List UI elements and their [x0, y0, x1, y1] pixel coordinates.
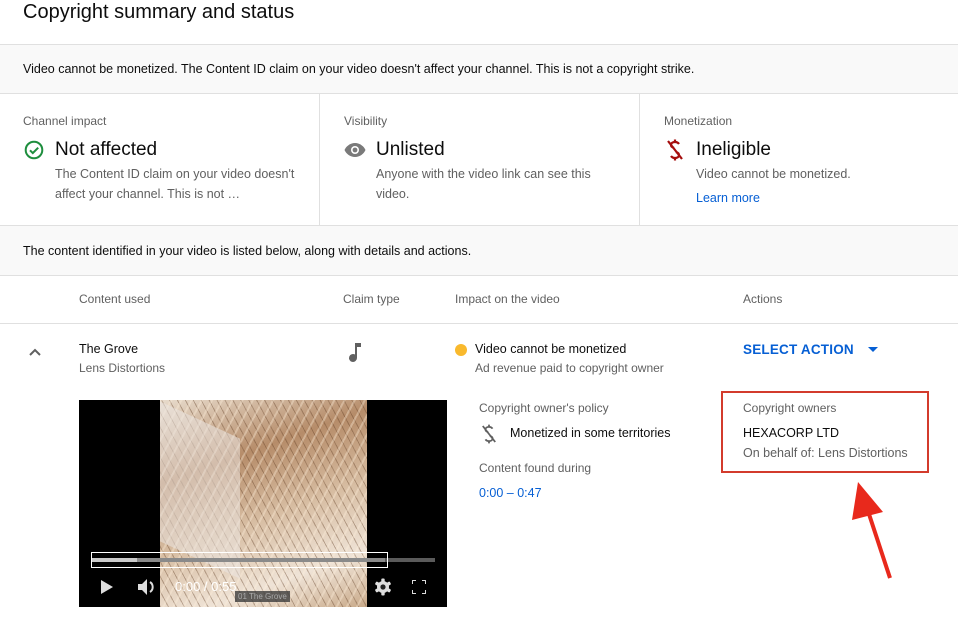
annotation-arrow-icon	[850, 478, 900, 584]
dollar-off-icon	[664, 139, 686, 161]
impact-subtitle: Ad revenue paid to copyright owner	[475, 361, 664, 375]
card-value: Ineligible	[696, 139, 771, 160]
fullscreen-icon[interactable]	[412, 578, 426, 596]
card-value: Unlisted	[376, 139, 445, 160]
card-label: Visibility	[344, 114, 388, 128]
card-description: Video cannot be monetized.	[696, 167, 851, 181]
copyright-owner-on-behalf: On behalf of: Lens Distortions	[743, 446, 908, 460]
learn-more-link[interactable]: Learn more	[696, 188, 760, 208]
content-artist: Lens Distortions	[79, 361, 166, 375]
play-icon[interactable]	[101, 578, 113, 596]
card-monetization: Monetization Ineligible Video cannot be …	[639, 94, 958, 225]
header-claim-type: Claim type	[343, 292, 400, 306]
card-visibility: Visibility Unlisted Anyone with the vide…	[319, 94, 639, 225]
content-found-label: Content found during	[479, 461, 592, 475]
settings-gear-icon[interactable]	[374, 578, 392, 596]
content-found-timestamp-link[interactable]: 0:00 – 0:47	[479, 486, 542, 500]
card-label: Monetization	[664, 114, 733, 128]
page-title: Copyright summary and status	[23, 1, 295, 23]
content-banner: The content identified in your video is …	[0, 225, 958, 276]
policy-value: Monetized in some territories	[510, 426, 671, 440]
music-note-icon	[346, 341, 362, 363]
content-banner-text: The content identified in your video is …	[23, 243, 472, 258]
eye-icon	[344, 139, 366, 161]
status-cards: Channel impact Not affected The Content …	[0, 94, 958, 225]
summary-banner-text: Video cannot be monetized. The Content I…	[23, 62, 695, 76]
video-thumbnail	[160, 400, 367, 607]
chevron-up-icon[interactable]	[27, 344, 43, 360]
copyright-owner-name: HEXACORP LTD	[743, 426, 840, 440]
claimed-segment-highlight	[91, 552, 389, 568]
check-circle-icon	[23, 139, 45, 161]
video-player[interactable]: 0:00 / 0:55 01 The Grove	[79, 400, 447, 607]
impact-title: Video cannot be monetized	[475, 342, 627, 356]
copyright-owners-label: Copyright owners	[743, 401, 837, 415]
volume-icon[interactable]	[138, 578, 158, 596]
video-time: 0:00 / 0:55	[175, 579, 237, 594]
summary-banner: Video cannot be monetized. The Content I…	[0, 44, 958, 94]
impact-status-dot	[455, 344, 467, 356]
header-actions: Actions	[743, 292, 783, 306]
table-header: Content used Claim type Impact on the vi…	[0, 276, 958, 324]
video-caption: 01 The Grove	[235, 591, 290, 602]
card-label: Channel impact	[23, 114, 107, 128]
dollar-off-icon	[481, 424, 497, 444]
select-action-label: SELECT ACTION	[743, 342, 854, 357]
card-value: Not affected	[55, 139, 158, 160]
header-impact: Impact on the video	[455, 292, 560, 306]
header-content-used: Content used	[79, 292, 151, 306]
card-description: Anyone with the video link can see this …	[376, 167, 591, 201]
card-channel-impact: Channel impact Not affected The Content …	[0, 94, 319, 225]
card-description: The Content ID claim on your video doesn…	[55, 167, 295, 201]
caret-down-icon	[867, 347, 878, 352]
content-title: The Grove	[79, 342, 139, 356]
policy-label: Copyright owner's policy	[479, 401, 609, 415]
select-action-dropdown[interactable]: SELECT ACTION	[743, 342, 878, 357]
